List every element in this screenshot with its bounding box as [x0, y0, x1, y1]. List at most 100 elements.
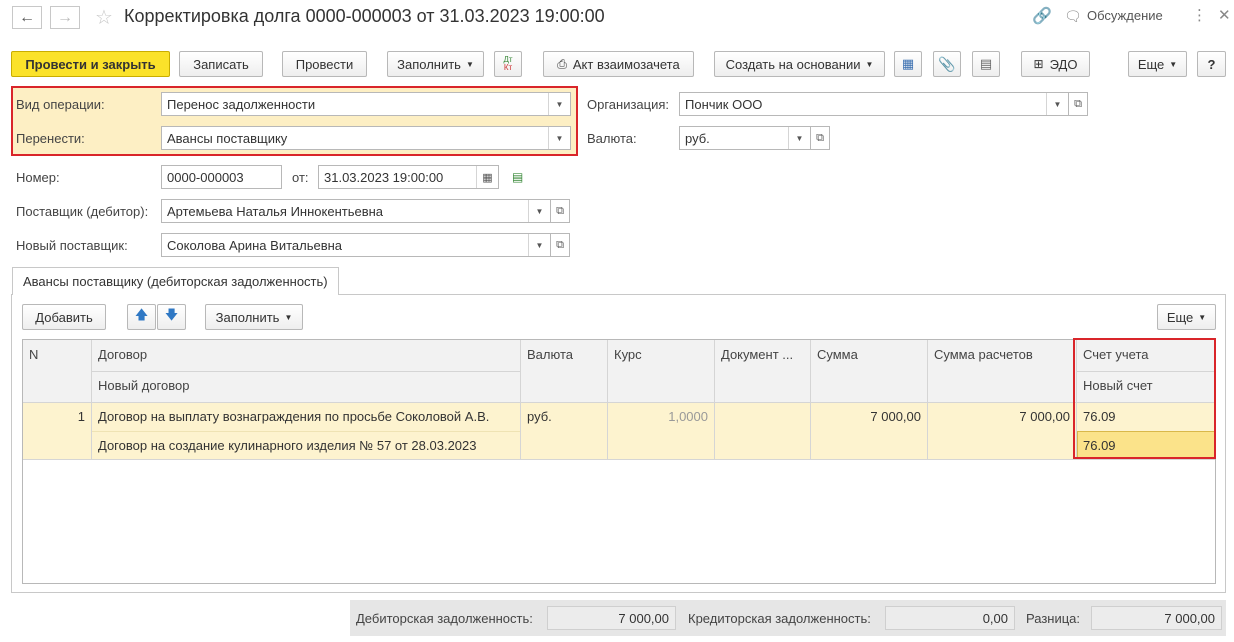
new-supplier-select[interactable]: Соколова Арина Витальевна ▼	[161, 233, 551, 257]
date-value: 31.03.2023 19:00:00	[324, 170, 444, 185]
header-rate[interactable]: Курс	[608, 340, 714, 402]
cell-sum[interactable]: 7 000,00	[811, 403, 927, 430]
back-button[interactable]: ←	[12, 6, 42, 29]
help-button[interactable]: ?	[1197, 51, 1226, 77]
date-label: от:	[292, 170, 309, 185]
difference-label: Разница:	[1026, 611, 1081, 626]
header-currency[interactable]: Валюта	[521, 340, 607, 402]
operation-value: Перенос задолженности	[167, 97, 316, 112]
open-new-supplier-icon[interactable]: ⧉	[550, 233, 570, 257]
document-check-icon[interactable]: ▤	[512, 170, 523, 184]
cell-currency[interactable]: руб.	[521, 403, 607, 430]
close-icon[interactable]: ✕	[1218, 6, 1231, 24]
more-label: Еще	[1137, 56, 1165, 72]
transfer-select[interactable]: Авансы поставщику ▼	[161, 126, 571, 150]
more-button[interactable]: Еще ▼	[1128, 51, 1187, 77]
edo-icon: ⊞	[1033, 57, 1044, 71]
chevron-down-icon: ▼	[1198, 312, 1207, 322]
currency-label: Валюта:	[587, 131, 637, 146]
header-new-contract[interactable]: Новый договор	[92, 371, 520, 402]
supplier-select[interactable]: Артемьева Наталья Иннокентьевна ▼	[161, 199, 551, 223]
advances-table: N Договор Новый договор Валюта Курс Доку…	[22, 339, 1216, 584]
table-more-button[interactable]: Еще ▼	[1157, 304, 1216, 330]
discussion-icon[interactable]: 🗨	[1064, 8, 1082, 25]
printer-icon: ⎙	[557, 56, 567, 71]
chevron-down-icon: ▼	[465, 59, 474, 69]
attachment-icon[interactable]: 📎	[933, 51, 961, 77]
dropdown-icon[interactable]: ▼	[528, 200, 550, 222]
post-button[interactable]: Провести	[282, 51, 367, 77]
dropdown-icon[interactable]: ▼	[548, 93, 570, 115]
number-input[interactable]: 0000-000003	[161, 165, 282, 189]
organization-select[interactable]: Пончик ООО ▼	[679, 92, 1069, 116]
arrow-left-icon: ←	[19, 8, 35, 26]
document-list-icon[interactable]: ▤	[972, 51, 1000, 77]
debit-label: Дебиторская задолженность:	[356, 611, 533, 626]
dropdown-icon[interactable]: ▼	[788, 127, 810, 149]
operation-select[interactable]: Перенос задолженности ▼	[161, 92, 571, 116]
header-sum[interactable]: Сумма	[811, 340, 927, 402]
cell-account[interactable]: 76.09	[1077, 403, 1215, 430]
difference-value: 7 000,00	[1091, 606, 1222, 630]
forward-button[interactable]: →	[50, 6, 80, 29]
favorite-star-icon[interactable]: ☆	[95, 5, 113, 30]
cell-new-contract[interactable]: Договор на создание кулинарного изделия …	[92, 432, 520, 459]
dt-kt-button[interactable]: Дт Кт	[494, 51, 522, 77]
table-fill-label: Заполнить	[215, 309, 280, 325]
currency-select[interactable]: руб. ▼	[679, 126, 811, 150]
header-account[interactable]: Счет учета	[1077, 340, 1215, 371]
chevron-down-icon: ▼	[865, 59, 874, 69]
dropdown-icon[interactable]: ▼	[548, 127, 570, 149]
calendar-icon[interactable]: ▦	[476, 166, 498, 188]
credit-label: Кредиторская задолженность:	[688, 611, 871, 626]
table-more-label: Еще	[1166, 309, 1194, 325]
link-icon[interactable]: 🔗	[1032, 6, 1052, 26]
save-button[interactable]: Записать	[179, 51, 263, 77]
dropdown-icon[interactable]: ▼	[1046, 93, 1068, 115]
transfer-label: Перенести:	[16, 131, 85, 146]
window-title: Корректировка долга 0000-000003 от 31.03…	[124, 6, 605, 26]
offset-act-button[interactable]: ⎙ Акт взаимозачета	[543, 51, 694, 77]
fill-button[interactable]: Заполнить ▼	[387, 51, 484, 77]
post-and-close-button[interactable]: Провести и закрыть	[11, 51, 170, 77]
credit-value: 0,00	[885, 606, 1015, 630]
header-sum-settlements[interactable]: Сумма расчетов	[928, 340, 1076, 402]
organization-value: Пончик ООО	[685, 97, 763, 112]
cell-sum-settlements[interactable]: 7 000,00	[928, 403, 1076, 430]
open-currency-icon[interactable]: ⧉	[810, 126, 830, 150]
date-input[interactable]: 31.03.2023 19:00:00 ▦	[318, 165, 499, 189]
move-up-icon[interactable]: 🡅	[127, 304, 156, 330]
cell-new-account[interactable]: 76.09	[1077, 432, 1215, 459]
cell-rate[interactable]: 1,0000	[608, 403, 714, 430]
supplier-label: Поставщик (дебитор):	[16, 204, 149, 219]
currency-value: руб.	[685, 131, 710, 146]
add-row-button[interactable]: Добавить	[22, 304, 106, 330]
new-supplier-label: Новый поставщик:	[16, 238, 128, 253]
open-organization-icon[interactable]: ⧉	[1068, 92, 1088, 116]
edo-button[interactable]: ⊞ ЭДО	[1021, 51, 1090, 77]
operation-label: Вид операции:	[16, 97, 105, 112]
new-supplier-value: Соколова Арина Витальевна	[167, 238, 343, 253]
header-contract[interactable]: Договор	[92, 340, 520, 371]
transfer-value: Авансы поставщику	[167, 131, 288, 146]
structure-icon[interactable]: ▦	[894, 51, 922, 77]
supplier-value: Артемьева Наталья Иннокентьевна	[167, 204, 384, 219]
header-n[interactable]: N	[23, 340, 91, 402]
discussion-link[interactable]: Обсуждение	[1087, 8, 1163, 23]
organization-label: Организация:	[587, 97, 670, 112]
header-new-account[interactable]: Новый счет	[1077, 371, 1215, 402]
debit-value: 7 000,00	[547, 606, 676, 630]
table-fill-button[interactable]: Заполнить ▼	[205, 304, 303, 330]
open-supplier-icon[interactable]: ⧉	[550, 199, 570, 223]
cell-document[interactable]	[715, 403, 810, 415]
offset-act-label: Акт взаимозачета	[572, 56, 680, 72]
header-document[interactable]: Документ ...	[715, 340, 810, 402]
dropdown-icon[interactable]: ▼	[528, 234, 550, 256]
create-based-on-button[interactable]: Создать на основании ▼	[714, 51, 885, 77]
cell-n[interactable]: 1	[23, 403, 91, 430]
cell-contract[interactable]: Договор на выплату вознаграждения по про…	[92, 403, 520, 430]
more-vertical-icon[interactable]: ⋮	[1192, 6, 1207, 24]
tab-supplier-advances[interactable]: Авансы поставщику (дебиторская задолженн…	[12, 267, 339, 295]
arrow-right-icon: →	[57, 8, 73, 26]
move-down-icon[interactable]: 🡇	[157, 304, 186, 330]
